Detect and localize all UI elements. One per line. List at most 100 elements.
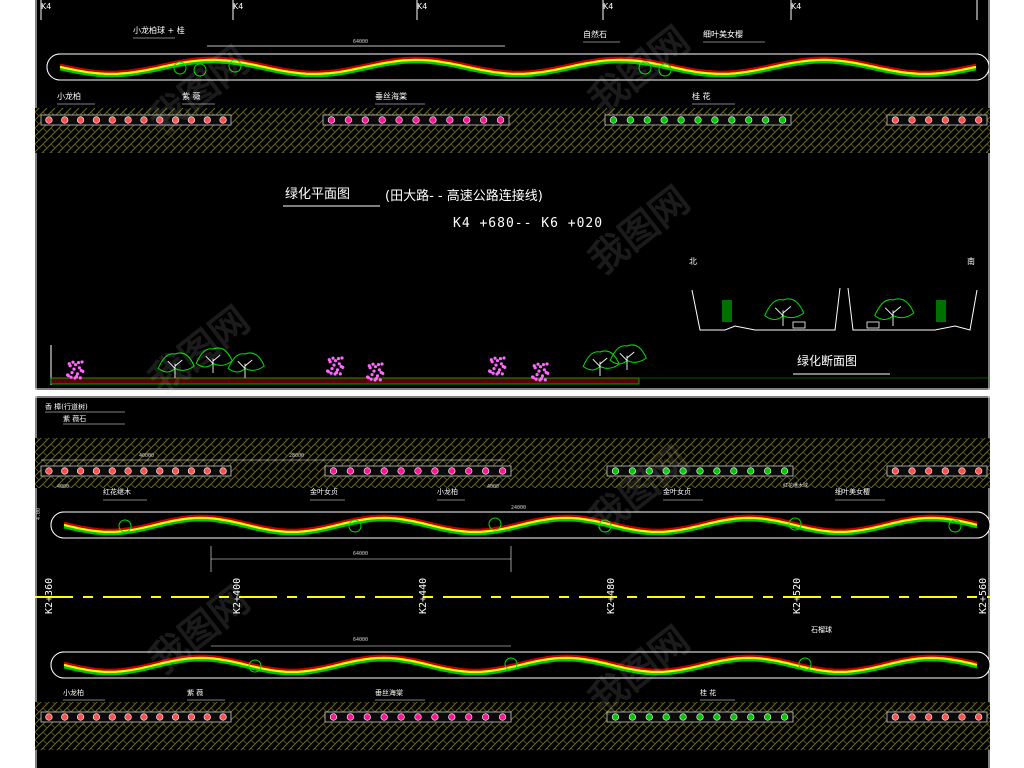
plant-symbol (448, 467, 456, 475)
bottom-median-dim-3: 64000 (353, 637, 369, 643)
bottom-verge-label-2: 紫 薇 (187, 689, 204, 697)
chainage-label-1: K2+360 (44, 577, 55, 614)
plant-symbol (660, 116, 668, 124)
section-title: 绿化断面图 (797, 354, 858, 368)
flower-dot (372, 369, 376, 373)
flower-dot (327, 358, 331, 362)
plant-symbol (463, 116, 471, 124)
plant-symbol (397, 713, 405, 721)
bottom-verge-label-4: 桂 花 (700, 689, 717, 697)
plant-symbol (975, 116, 983, 124)
plant-symbol (465, 713, 473, 721)
flower-dot (375, 374, 380, 378)
flower-dot (542, 368, 546, 372)
plant-symbol (346, 713, 354, 721)
flower-dot (536, 362, 540, 366)
plant-symbol (780, 713, 789, 721)
flower-dot (331, 356, 335, 360)
lower-median-label: 石榴球 (811, 626, 832, 634)
plant-symbol (645, 713, 653, 721)
bottom-side-dim: 4.00 (36, 507, 42, 520)
flower-dot (76, 361, 81, 365)
plant-symbol (171, 467, 180, 475)
flower-dot (376, 363, 381, 367)
bottom-dim-2: 28000 (289, 453, 305, 459)
plant-symbol (76, 467, 85, 475)
plant-symbol (108, 467, 116, 475)
plant-symbol (891, 116, 899, 124)
plant-symbol (941, 467, 949, 475)
plant-symbol (728, 116, 736, 124)
plant-symbol (679, 713, 687, 721)
section-profile (691, 287, 978, 331)
plant-symbol (363, 713, 371, 721)
flower-dot (77, 366, 81, 370)
plant-symbol (203, 713, 211, 721)
flower-dot (75, 372, 80, 376)
plant-symbol (448, 713, 456, 721)
chainage-mark-4: K4 (603, 2, 614, 11)
plan-title: 绿化平面图 (285, 187, 351, 202)
bottom-top-label-1: 香 樟(行道树) (45, 403, 88, 411)
flower-dot (333, 359, 338, 363)
flower-dot (489, 358, 493, 362)
plant-symbol (187, 467, 196, 475)
flower-dot (498, 357, 503, 361)
flower-dot (73, 363, 78, 367)
chainage-mark-5: K4 (791, 2, 802, 11)
plant-symbol (975, 467, 983, 475)
bottom-dim-1: 40000 (139, 453, 155, 459)
plant-symbol (45, 713, 53, 721)
flower-dot (378, 378, 382, 382)
plant-symbol (414, 467, 422, 475)
plant-symbol (941, 116, 949, 124)
flower-dot (503, 365, 507, 369)
plant-symbol (730, 713, 738, 721)
plant-symbol (329, 467, 338, 475)
tree-part (237, 359, 253, 378)
bottom-dim-3: 4000 (57, 484, 70, 490)
plant-symbol (908, 713, 916, 721)
bottom-median-dim-2: 24000 (511, 505, 527, 511)
planter-row (886, 465, 988, 477)
plant-symbol (219, 467, 227, 475)
plant-symbol (780, 467, 789, 475)
median-label-right: 细叶美女樱 (703, 30, 743, 39)
plant-symbol (92, 713, 101, 721)
tree-part (609, 344, 647, 365)
plant-symbol (908, 467, 916, 475)
flower-dot (380, 362, 384, 366)
plant-symbol (431, 467, 439, 475)
verge-hatch (35, 702, 990, 750)
tree-part (874, 298, 915, 320)
flower-dot (81, 369, 85, 373)
flower-dot (336, 357, 341, 361)
flower-dot (65, 373, 70, 377)
tree-part (619, 351, 635, 370)
plant-symbol (108, 116, 116, 124)
plant-symbol (482, 713, 490, 721)
flower-dot (499, 362, 503, 366)
bottom-median-dim-1: 64000 (353, 551, 369, 557)
elevation-tree (582, 350, 620, 376)
flower-dot (80, 360, 84, 364)
plant-symbol (156, 467, 164, 475)
flower-dot (538, 365, 543, 369)
plant-symbol (696, 713, 704, 721)
flower-dot (371, 362, 375, 366)
plant-symbol (496, 116, 505, 124)
plant-symbol (713, 713, 721, 721)
plant-symbol (958, 467, 966, 475)
screenshot-stage: 小龙柏球 + 桂 64000 自然石 细叶美女樱 小龙柏 紫 薇 垂丝海棠 桂 … (0, 0, 1024, 768)
plant-symbol (431, 713, 439, 721)
flower-dot (329, 371, 333, 375)
flower-dot (370, 373, 374, 377)
plant-symbol (643, 116, 651, 124)
tree-part (774, 306, 792, 326)
plant-symbol (412, 116, 420, 124)
plant-symbol (378, 116, 386, 124)
plant-symbol (677, 116, 685, 124)
plant-symbol (747, 467, 755, 475)
median-label-left: 小龙柏球 + 桂 (133, 26, 185, 35)
section-label-south: 南 (967, 257, 975, 266)
